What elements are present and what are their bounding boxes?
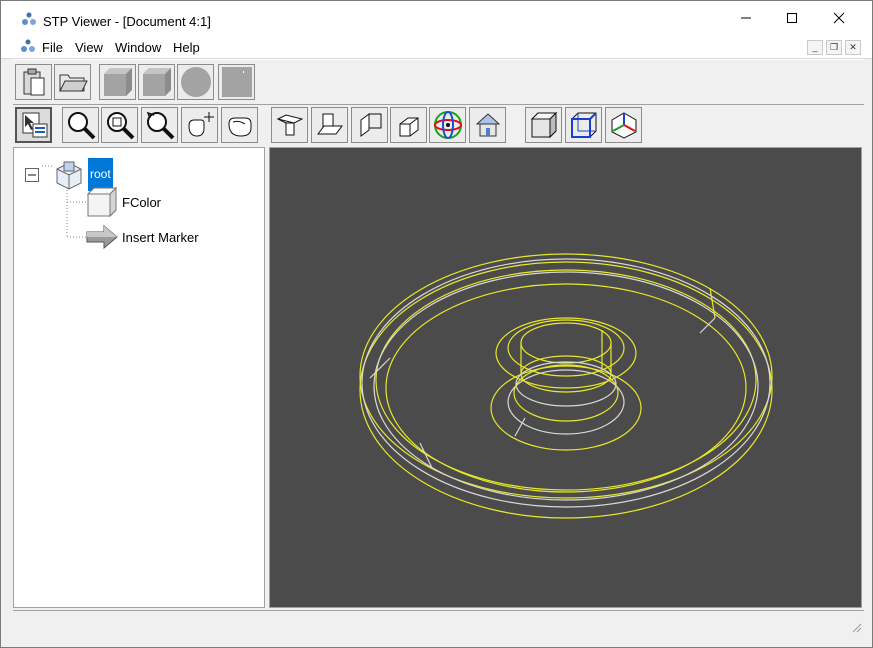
pan-button[interactable] [181,107,218,143]
hand-button[interactable] [221,107,258,143]
hand-icon [227,117,251,137]
assembly-icon [56,161,82,190]
sphere-button[interactable] [177,64,214,100]
app-icon [22,12,36,25]
shaded-mode-icon [530,111,557,139]
axis-triad-icon [611,112,636,139]
mdi-restore-icon: ❐ [829,42,839,52]
status-bar [13,610,864,635]
sphere-icon [180,67,211,97]
outer-rim-bottom [359,261,773,519]
outer-seam-top [709,287,716,319]
view-side-button[interactable] [351,107,388,143]
minimize-button[interactable] [723,1,769,35]
close-button[interactable] [816,1,862,35]
close-icon [833,12,845,24]
mdi-minimize-button[interactable]: _ [807,40,823,55]
menu-file[interactable]: File [42,40,63,55]
rotate-button[interactable] [141,107,178,143]
main-toolbar [13,59,864,105]
rotate-icon [146,111,174,140]
menu-bar: File View Window Help _ ❐ ✕ [1,35,872,59]
view-top-button[interactable] [271,107,308,143]
view-side-icon [360,113,381,137]
hub-top-outer [495,317,637,389]
shaded-box-icon [103,68,132,96]
flange-inner-edge-1 [375,269,757,491]
tree-label-fcolor[interactable]: FColor [122,195,161,210]
home-view-button[interactable] [469,107,506,143]
home-view-icon [475,113,500,137]
zoom-button[interactable] [62,107,99,143]
wireframe-mode-icon [570,112,597,138]
plane-button[interactable] [218,64,255,100]
3d-viewport[interactable] [269,147,862,608]
open-folder-icon [58,74,88,92]
wireframe-mode-button[interactable] [565,107,602,143]
title-bar[interactable]: STP Viewer - [Document 4:1] [1,1,872,35]
plane-icon [221,67,252,97]
view-iso-button[interactable] [390,107,427,143]
mdi-restore-button[interactable]: ❐ [826,40,842,55]
view-toolbar [13,105,864,145]
zoom-window-icon [106,112,134,140]
view-front-button[interactable] [311,107,348,143]
select-tree-icon [22,112,47,138]
wireframe-model [359,253,773,519]
pan-icon [187,112,214,137]
hub-neck [513,364,619,422]
view-front-icon [316,113,343,135]
hub-base-outer [490,365,642,451]
solid-box-icon [86,186,118,218]
shaded-mode-button[interactable] [525,107,562,143]
box-icon [142,68,171,96]
axis-triad-button[interactable] [605,107,642,143]
maximize-icon [787,13,797,23]
stp-viewer-window: STP Viewer - [Document 4:1] File View Wi… [0,0,873,648]
zoom-icon [67,112,95,140]
orbit-icon [433,111,462,139]
model-tree-panel: root FColor Insert Marker [13,147,265,608]
window-title: STP Viewer - [Document 4:1] [43,14,211,29]
resize-grip-icon[interactable] [850,621,862,633]
view-iso-icon [399,117,418,137]
hub-seam-bottom [514,417,526,437]
paste-button[interactable] [15,64,52,100]
shaded-box-button[interactable] [99,64,136,100]
hub-bore-top [520,322,612,364]
orbit-button[interactable] [429,107,466,143]
menu-help[interactable]: Help [173,40,200,55]
document-icon[interactable] [20,39,36,53]
menu-view[interactable]: View [75,40,103,55]
maximize-button[interactable] [769,1,815,35]
hub-top-inner [507,319,625,377]
collapse-icon[interactable] [24,167,40,183]
menu-window[interactable]: Window [115,40,161,55]
outer-rim-middle [361,258,771,508]
arrow-right-icon [86,224,118,250]
mdi-close-button[interactable]: ✕ [845,40,861,55]
box-button[interactable] [138,64,175,100]
mdi-minimize-icon: _ [812,42,818,52]
hub-base-inner [507,369,625,435]
tree-node-fcolor[interactable]: FColor [86,186,161,218]
tree-label-insert-marker[interactable]: Insert Marker [122,230,199,245]
mdi-close-icon: ✕ [849,42,857,52]
tree-node-insert-marker[interactable]: Insert Marker [86,224,199,250]
zoom-window-button[interactable] [101,107,138,143]
minimize-icon [741,17,751,19]
paste-icon [23,68,44,96]
select-tree-button[interactable] [15,107,52,143]
view-top-icon [276,114,303,136]
open-button[interactable] [54,64,91,100]
